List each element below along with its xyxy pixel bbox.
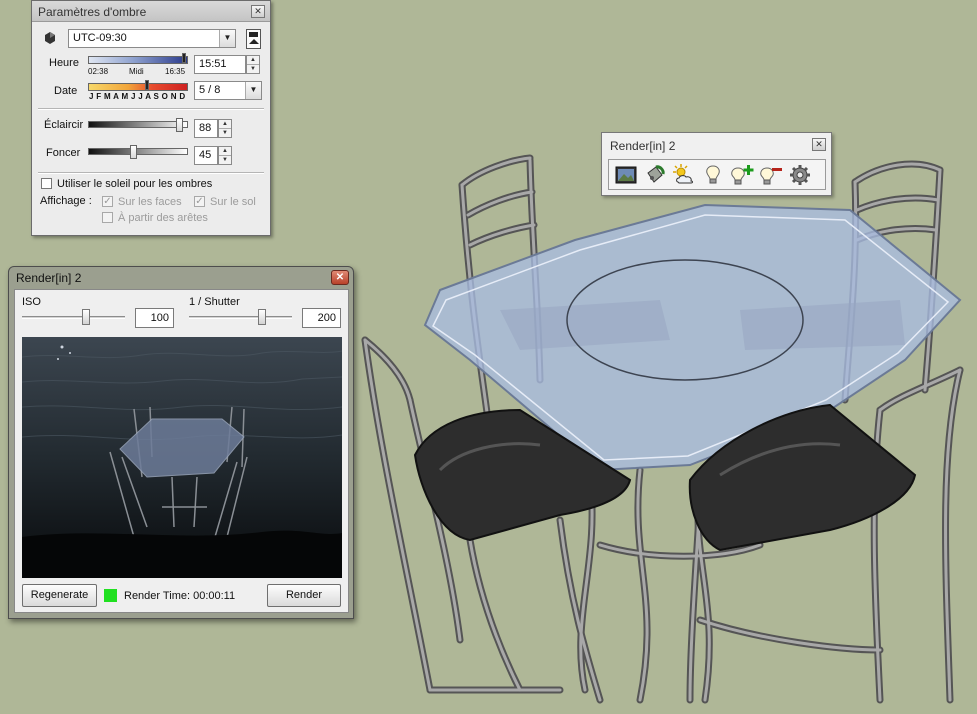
toolbar-buttons [608,159,826,190]
on-ground-label: Sur le sol [210,196,256,208]
renderin-toolbar: Render[in] 2 ✕ [601,132,832,196]
divider [38,108,264,110]
darken-input[interactable]: 45 [194,146,218,165]
toolbar-title[interactable]: Render[in] 2 [610,139,675,153]
spin-down-icon: ▼ [247,64,259,72]
use-sun-checkbox[interactable] [41,178,52,189]
chevron-down-icon: ▼ [219,30,235,47]
darken-label: Foncer [46,147,81,159]
shutter-slider-thumb[interactable] [258,309,266,325]
date-value: 5 / 8 [199,84,221,96]
remove-light-icon[interactable] [757,162,784,187]
iso-label: ISO [22,296,41,308]
on-ground-checkbox[interactable]: ✓ [194,196,205,207]
time-value: 15:51 [199,58,227,70]
use-sun-label: Utiliser le soleil pour les ombres [57,178,213,190]
time-label: Heure [49,57,79,69]
settings-gear-icon[interactable] [786,162,813,187]
spin-down-icon: ▼ [219,128,231,136]
time-end-label: 16:35 [165,67,186,76]
shadow-settings-panel: Paramètres d'ombre ✕ UTC-09:30 ▼ Heure 0… [31,0,271,236]
shadow-panel-title: Paramètres d'ombre [38,5,147,19]
render-time-label: Render Time: 00:00:11 [124,590,236,602]
spin-up-icon: ▲ [222,148,228,154]
date-select[interactable]: 5 / 8 ▼ [194,81,262,100]
time-start-label: 02:38 [88,67,109,76]
render-button[interactable]: Render [267,584,341,607]
light-bulb-icon[interactable] [699,162,726,187]
display-label: Affichage : [40,195,92,207]
on-faces-checkbox[interactable]: ✓ [102,196,113,207]
timezone-value: UTC-09:30 [73,32,127,44]
close-icon[interactable]: ✕ [812,138,826,151]
timezone-select[interactable]: UTC-09:30 ▼ [68,29,236,48]
render-window-title[interactable]: Render[in] 2 [16,271,81,285]
render-status-indicator [104,589,117,602]
shadow-toggle-icon[interactable] [42,30,58,46]
lighten-label: Éclaircir [44,119,84,131]
spin-down-icon: ▼ [219,155,231,163]
regenerate-button[interactable]: Regenerate [22,584,97,607]
darken-value: 45 [199,149,212,161]
iso-slider[interactable] [22,316,125,319]
spin-up-icon: ▲ [222,121,228,127]
time-input[interactable]: 15:51 [194,55,246,74]
shutter-value: 200 [317,312,336,324]
render-window-body: ISO 100 1 / Shutter 200 Regenerate Rende… [14,289,349,613]
time-midday-label: Midi [129,67,144,76]
darken-spinner[interactable]: ▲ ▼ [218,146,232,165]
darken-slider-thumb[interactable] [130,145,137,159]
close-icon[interactable]: ✕ [331,270,349,285]
iso-input[interactable]: 100 [135,308,174,328]
on-faces-label: Sur les faces [118,196,182,208]
panel-collapse-button[interactable] [246,29,261,49]
shutter-label: 1 / Shutter [189,296,240,308]
divider [38,172,264,174]
lighten-slider-thumb[interactable] [176,118,183,132]
lighten-slider[interactable] [88,121,188,128]
date-label: Date [54,85,78,97]
sun-sky-icon[interactable] [670,162,697,187]
lighten-value: 88 [199,122,212,134]
render-image-icon[interactable] [612,162,639,187]
from-edges-checkbox[interactable] [102,212,113,223]
chevron-down-icon: ▼ [245,82,261,99]
time-slider[interactable] [88,56,188,64]
darken-slider[interactable] [88,148,188,155]
add-light-icon[interactable] [728,162,755,187]
time-spinner[interactable]: ▲ ▼ [246,55,260,74]
shadow-panel-titlebar[interactable]: Paramètres d'ombre ✕ [32,1,270,22]
shutter-slider[interactable] [189,316,292,319]
iso-value: 100 [150,312,169,324]
from-edges-label: À partir des arêtes [118,212,208,224]
render-preview-image [22,337,342,578]
material-bucket-icon[interactable] [641,162,668,187]
iso-slider-thumb[interactable] [82,309,90,325]
date-slider[interactable] [88,83,188,91]
render-window: Render[in] 2 ✕ ISO 100 1 / Shutter 200 R… [8,266,354,619]
months-scale: J F M A M J J A S O N D [89,92,186,101]
time-slider-thumb[interactable] [182,53,186,63]
lighten-input[interactable]: 88 [194,119,218,138]
shutter-input[interactable]: 200 [302,308,341,328]
date-slider-thumb[interactable] [145,80,149,90]
spin-up-icon: ▲ [250,57,256,63]
render-preview [22,337,342,578]
lighten-spinner[interactable]: ▲ ▼ [218,119,232,138]
close-icon[interactable]: ✕ [251,5,265,18]
